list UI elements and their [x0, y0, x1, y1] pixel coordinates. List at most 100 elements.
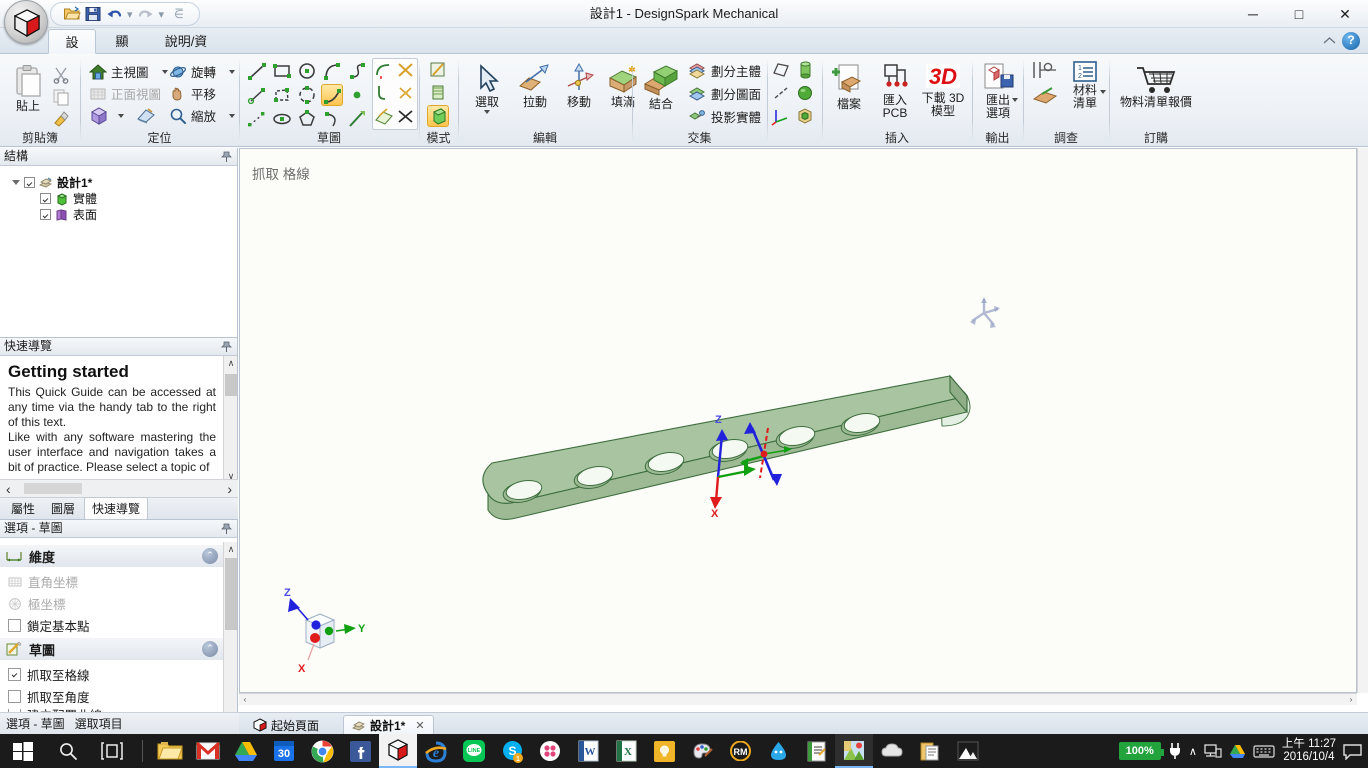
expand-arrow-icon[interactable]: [12, 180, 20, 185]
sketch-three-point-arc-tool[interactable]: [296, 84, 318, 106]
google-drive-tray-icon[interactable]: [1229, 744, 1246, 759]
sketch-split-tool[interactable]: [395, 59, 417, 81]
copy-icon[interactable]: [52, 88, 70, 106]
photos-icon[interactable]: [835, 734, 873, 768]
lock-base-point-checkbox[interactable]: [8, 619, 21, 632]
open-icon[interactable]: [63, 5, 81, 23]
sketch-sweep-arc-tool[interactable]: [321, 108, 343, 130]
doc-tab-close-icon[interactable]: ✕: [415, 719, 424, 732]
bonjour-icon[interactable]: [531, 734, 569, 768]
collapse-dimension-icon[interactable]: ⌃: [202, 548, 218, 564]
viewport-horizontal-scrollbar[interactable]: ‹ ›: [239, 693, 1357, 705]
droplet-icon[interactable]: [759, 734, 797, 768]
pin-icon[interactable]: [221, 523, 232, 535]
quick-guide-scrollbar[interactable]: ∧ ∨: [223, 356, 237, 483]
cylinder-tool[interactable]: [794, 59, 816, 81]
undo-dropdown-caret[interactable]: ▾: [127, 8, 133, 21]
sketch-project-tool[interactable]: [373, 105, 395, 127]
calendar-icon[interactable]: 30: [265, 734, 303, 768]
search-icon[interactable]: [46, 734, 90, 768]
close-button[interactable]: ✕: [1322, 0, 1368, 28]
battery-percent-badge[interactable]: 100%: [1118, 742, 1164, 760]
tree-item-solid[interactable]: 實體: [40, 190, 97, 207]
undo-icon[interactable]: [105, 5, 123, 23]
view-cube-button[interactable]: [89, 106, 156, 126]
reader-icon[interactable]: [797, 734, 835, 768]
rotate-button[interactable]: 旋轉: [169, 62, 236, 81]
sketch-trim-tool[interactable]: [373, 59, 395, 81]
tab-layers[interactable]: 圖層: [44, 498, 82, 519]
surface-visibility-checkbox[interactable]: [40, 209, 51, 220]
viewport-scroll-left-icon[interactable]: ‹: [239, 694, 251, 705]
sketch-arc-tool[interactable]: [321, 60, 343, 82]
measure-tool[interactable]: [1030, 58, 1060, 84]
insert-file-button[interactable]: 檔案: [827, 62, 871, 111]
redo-dropdown-caret[interactable]: ▾: [159, 8, 165, 21]
zoom-button[interactable]: 縮放: [169, 106, 236, 125]
viewport-3d[interactable]: 抓取 格線 Z X Z Y X: [239, 148, 1357, 693]
snap-to-angle-checkbox[interactable]: [8, 690, 21, 703]
sketch-extend-tool[interactable]: [395, 82, 417, 104]
options-scroll-thumb[interactable]: [225, 558, 237, 630]
plane-icon[interactable]: [136, 107, 156, 125]
viewport-scroll-right-icon[interactable]: ›: [1345, 694, 1357, 705]
axis-line-tool[interactable]: [770, 82, 792, 104]
sketch-tangent-arc-tool[interactable]: [321, 84, 343, 106]
gmail-icon[interactable]: [189, 734, 227, 768]
sketch-rectangle-tool[interactable]: [271, 60, 293, 82]
tab-display[interactable]: 顯示: [98, 29, 146, 74]
rotate-caret[interactable]: [229, 69, 236, 74]
rm-icon[interactable]: RM: [721, 734, 759, 768]
view-orientation-cube[interactable]: Z Y X: [268, 584, 368, 674]
google-drive-icon[interactable]: [227, 734, 265, 768]
show-hidden-icons-caret[interactable]: ∧: [1189, 745, 1197, 758]
viewport-vertical-scrollbar[interactable]: [1357, 148, 1368, 693]
select-caret[interactable]: [484, 110, 490, 114]
doc-tab-start-page[interactable]: 起始頁面: [245, 715, 327, 735]
format-painter-icon[interactable]: [52, 110, 70, 128]
option-snap-to-grid[interactable]: 抓取至格線: [8, 665, 90, 684]
zoom-caret[interactable]: [229, 113, 236, 118]
sketch-ellipse-tool[interactable]: [271, 108, 293, 130]
snap-to-grid-checkbox[interactable]: [8, 668, 21, 681]
option-snap-to-angle[interactable]: 抓取至角度: [8, 687, 90, 706]
sketch-point-tool[interactable]: [346, 84, 368, 106]
sphere-tool[interactable]: [794, 82, 816, 104]
tab-properties[interactable]: 屬性: [4, 498, 42, 519]
sketch-polygon-tool[interactable]: [271, 84, 293, 106]
quick-guide-prev-button[interactable]: ‹: [6, 481, 11, 497]
bom-quote-button[interactable]: 物料清單報價: [1114, 64, 1198, 109]
sketch-offset-tool[interactable]: [395, 105, 417, 127]
import-pcb-button[interactable]: 匯入 PCB: [873, 62, 917, 120]
bom-caret[interactable]: [1100, 90, 1106, 94]
home-view-button[interactable]: 主視圖: [89, 62, 168, 81]
sketch-cut-tool[interactable]: [346, 108, 368, 130]
clock[interactable]: 上午 11:27 2016/10/4: [1282, 738, 1336, 764]
combine-button[interactable]: 結合: [637, 62, 685, 111]
notes-icon[interactable]: [645, 734, 683, 768]
mode-sketch-button[interactable]: [427, 59, 449, 81]
solid-visibility-checkbox[interactable]: [40, 193, 51, 204]
facebook-icon[interactable]: [341, 734, 379, 768]
collapse-ribbon-icon[interactable]: [1323, 35, 1336, 46]
sketch-polyline-tool[interactable]: [346, 60, 368, 82]
mass-properties-tool[interactable]: [1030, 84, 1060, 110]
split-face-button[interactable]: 劃分圖面: [687, 84, 761, 103]
sketch-circle-tool[interactable]: [296, 60, 318, 82]
designspark-icon[interactable]: [379, 734, 417, 768]
tree-item-surface[interactable]: 表面: [40, 206, 97, 223]
cut-icon[interactable]: [52, 66, 70, 84]
power-plug-icon[interactable]: [1168, 742, 1182, 760]
redo-icon[interactable]: [137, 5, 155, 23]
sketch-spline-tool[interactable]: [246, 108, 268, 130]
options-scrollbar[interactable]: ∧ ∨: [223, 542, 237, 732]
bom-button[interactable]: 1 2 材料 清單: [1064, 60, 1106, 110]
network-icon[interactable]: [1204, 743, 1222, 759]
orientation-widget-icon[interactable]: [960, 289, 1008, 337]
doc-tab-design1[interactable]: 設計1* ✕: [343, 715, 434, 735]
start-button[interactable]: [0, 734, 46, 768]
view-cube-caret[interactable]: [118, 114, 124, 118]
gallery-icon[interactable]: [949, 734, 987, 768]
mode-solid-button[interactable]: [427, 105, 449, 127]
file-explorer-icon[interactable]: [151, 734, 189, 768]
